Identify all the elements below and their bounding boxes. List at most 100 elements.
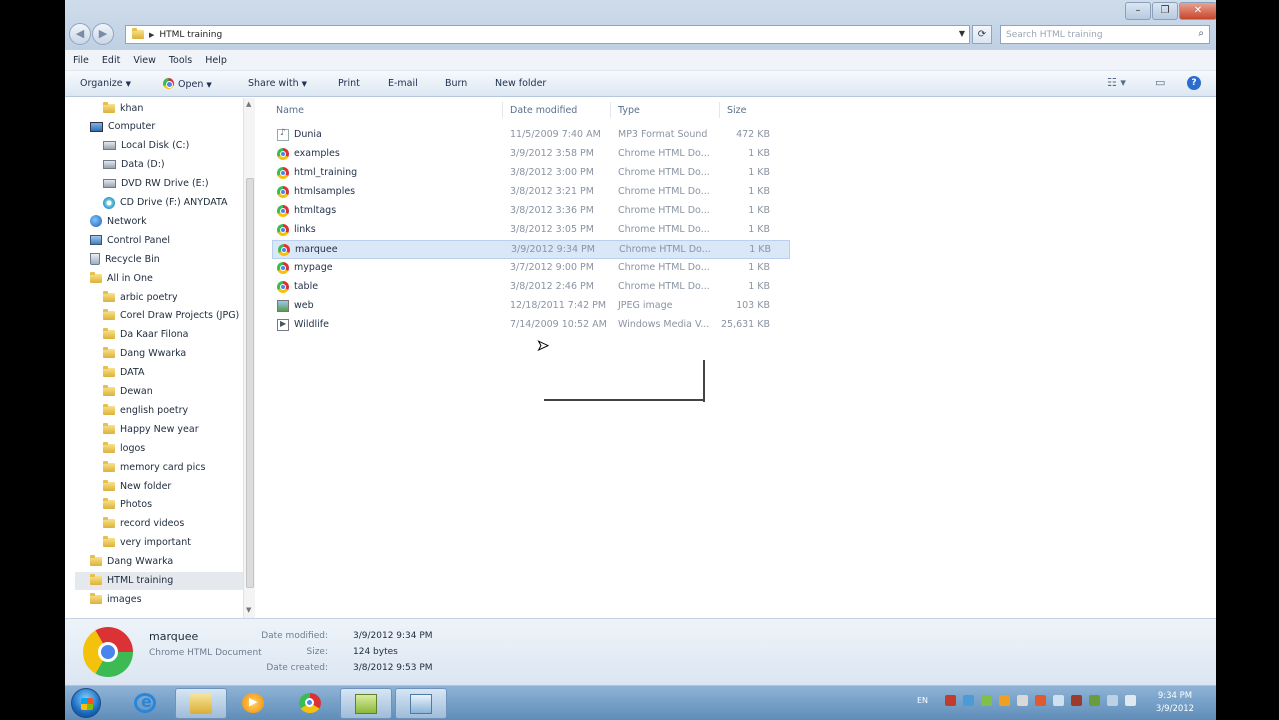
column-type[interactable]: Type bbox=[618, 105, 640, 116]
minimize-button[interactable]: – bbox=[1125, 2, 1151, 20]
file-list: Name Date modified Type Size Dunia 11/5/2… bbox=[257, 98, 1216, 618]
menu-help[interactable]: Help bbox=[205, 55, 227, 66]
file-row[interactable]: links 3/8/2012 3:05 PM Chrome HTML Do... 1 … bbox=[272, 221, 790, 240]
file-row[interactable]: table 3/8/2012 2:46 PM Chrome HTML Do... 1 … bbox=[272, 278, 790, 297]
email-button[interactable]: E-mail bbox=[388, 78, 418, 89]
tray-app-icon[interactable] bbox=[1053, 695, 1064, 706]
tray-app-icon[interactable] bbox=[1089, 695, 1100, 706]
volume-icon[interactable] bbox=[1125, 695, 1136, 706]
nav-item[interactable]: Dang Wwarka bbox=[90, 553, 173, 571]
tray-flag-icon[interactable] bbox=[945, 695, 956, 706]
column-size[interactable]: Size bbox=[727, 105, 747, 116]
tray-app-icon[interactable] bbox=[981, 695, 992, 706]
search-icon[interactable]: ⌕ bbox=[1198, 28, 1204, 39]
file-row[interactable]: html_training 3/8/2012 3:00 PM Chrome HTML… bbox=[272, 164, 790, 183]
nav-item[interactable]: Corel Draw Projects (JPG) bbox=[103, 307, 239, 325]
nav-item[interactable]: english poetry bbox=[103, 401, 188, 419]
address-dropdown-icon[interactable]: ▼ bbox=[959, 29, 965, 38]
back-button[interactable]: ◀ bbox=[69, 23, 91, 45]
tray-app-icon[interactable] bbox=[1017, 695, 1028, 706]
refresh-button[interactable]: ⟳ bbox=[972, 25, 992, 44]
nav-item[interactable]: record videos bbox=[103, 515, 184, 533]
nav-item[interactable]: logos bbox=[103, 439, 145, 457]
tray-app-icon[interactable] bbox=[1071, 695, 1082, 706]
tray-network-icon[interactable] bbox=[963, 695, 974, 706]
tray-app-icon[interactable] bbox=[1107, 695, 1118, 706]
scrollbar-thumb[interactable] bbox=[246, 178, 254, 588]
preview-pane-icon[interactable]: ▭ bbox=[1155, 76, 1165, 89]
nav-item[interactable]: CD Drive (F:) ANYDATA bbox=[103, 194, 228, 212]
taskbar-windows-explorer[interactable] bbox=[175, 688, 227, 719]
nav-item[interactable]: Dang Wwarka bbox=[103, 345, 186, 363]
nav-item[interactable]: Da Kaar Filona bbox=[103, 326, 189, 344]
help-icon[interactable]: ? bbox=[1187, 76, 1201, 90]
menu-view[interactable]: View bbox=[133, 55, 156, 66]
view-options-icon[interactable]: ☷ ▾ bbox=[1107, 76, 1126, 89]
file-name: table bbox=[294, 281, 319, 292]
scroll-down-icon[interactable]: ▼ bbox=[246, 606, 251, 614]
nav-item[interactable]: HTML training bbox=[75, 571, 253, 590]
organize-button[interactable]: Organize ▼ bbox=[80, 78, 131, 89]
navigation-pane: khan Computer Local Disk (C:) Data (D:) DVD … bbox=[65, 98, 253, 618]
nav-item[interactable]: Data (D:) bbox=[103, 156, 165, 174]
open-button[interactable]: Open ▼ bbox=[163, 78, 212, 90]
new-folder-button[interactable]: New folder bbox=[495, 78, 546, 89]
file-row[interactable]: web 12/18/2011 7:42 PM JPEG image 103 KB bbox=[272, 297, 790, 316]
nav-item[interactable]: arbic poetry bbox=[103, 288, 178, 306]
address-bar[interactable]: ▶ HTML training ▼ bbox=[125, 25, 970, 44]
chrome-icon bbox=[277, 148, 289, 160]
nav-scrollbar[interactable]: ▲ ▼ bbox=[243, 98, 255, 618]
print-button[interactable]: Print bbox=[338, 78, 360, 89]
nav-item[interactable]: Photos bbox=[103, 496, 152, 514]
tray-app-icon[interactable] bbox=[999, 695, 1010, 706]
maximize-button[interactable]: ❐ bbox=[1152, 2, 1178, 20]
nav-item[interactable]: Computer bbox=[90, 118, 155, 136]
taskbar-internet-explorer[interactable] bbox=[120, 688, 172, 719]
share-with-button[interactable]: Share with ▼ bbox=[248, 78, 307, 89]
taskbar-media-player[interactable] bbox=[228, 688, 280, 719]
nav-item[interactable]: Recycle Bin bbox=[90, 250, 160, 268]
nav-item[interactable]: Happy New year bbox=[103, 420, 199, 438]
file-row[interactable]: mypage 3/7/2012 9:00 PM Chrome HTML Do... 1… bbox=[272, 259, 790, 278]
language-indicator[interactable]: EN bbox=[917, 696, 928, 705]
menu-file[interactable]: File bbox=[73, 55, 89, 66]
file-row[interactable]: htmltags 3/8/2012 3:36 PM Chrome HTML Do..… bbox=[272, 202, 790, 221]
file-row[interactable]: examples 3/9/2012 3:58 PM Chrome HTML Do..… bbox=[272, 145, 790, 164]
file-row[interactable]: htmlsamples 3/8/2012 3:21 PM Chrome HTML D… bbox=[272, 183, 790, 202]
menu-tools[interactable]: Tools bbox=[169, 55, 192, 66]
nav-item[interactable]: memory card pics bbox=[103, 458, 205, 476]
file-row[interactable]: marquee 3/9/2012 9:34 PM Chrome HTML Do...… bbox=[272, 240, 790, 259]
taskbar-chrome[interactable] bbox=[285, 688, 337, 719]
file-row[interactable]: Dunia 11/5/2009 7:40 AM MP3 Format Sound 47… bbox=[272, 126, 790, 145]
taskbar-document[interactable] bbox=[395, 688, 447, 719]
nav-item[interactable]: Control Panel bbox=[90, 231, 170, 249]
clock[interactable]: 9:34 PM 3/9/2012 bbox=[1150, 690, 1200, 716]
menu-edit[interactable]: Edit bbox=[102, 55, 120, 66]
clock-time: 9:34 PM bbox=[1157, 691, 1193, 701]
forward-button[interactable]: ▶ bbox=[92, 23, 114, 45]
file-row[interactable]: Wildlife 7/14/2009 10:52 AM Windows Media … bbox=[272, 316, 790, 335]
scroll-up-icon[interactable]: ▲ bbox=[246, 100, 251, 108]
folder-icon bbox=[103, 385, 115, 396]
nav-item[interactable]: All in One bbox=[90, 269, 153, 287]
column-name[interactable]: Name bbox=[276, 105, 304, 116]
tray-app-icon[interactable] bbox=[1035, 695, 1046, 706]
burn-button[interactable]: Burn bbox=[445, 78, 467, 89]
taskbar-app[interactable] bbox=[340, 688, 392, 719]
nav-item-label: HTML training bbox=[107, 575, 174, 586]
nav-item[interactable]: New folder bbox=[103, 477, 171, 495]
close-button[interactable]: ✕ bbox=[1179, 2, 1216, 20]
nav-item[interactable]: khan bbox=[103, 99, 143, 117]
nav-item[interactable]: Local Disk (C:) bbox=[103, 137, 189, 155]
search-input[interactable]: Search HTML training ⌕ bbox=[1000, 25, 1210, 44]
breadcrumb-current[interactable]: HTML training bbox=[159, 30, 222, 40]
nav-item[interactable]: DVD RW Drive (E:) bbox=[103, 175, 209, 193]
nav-item[interactable]: Dewan bbox=[103, 383, 153, 401]
column-date-modified[interactable]: Date modified bbox=[510, 105, 577, 116]
nav-item[interactable]: Network bbox=[90, 212, 147, 230]
nav-item[interactable]: images bbox=[90, 590, 142, 608]
nav-item[interactable]: DATA bbox=[103, 364, 144, 382]
folder-icon bbox=[103, 517, 115, 529]
nav-item[interactable]: very important bbox=[103, 534, 191, 552]
start-button[interactable] bbox=[71, 688, 101, 718]
